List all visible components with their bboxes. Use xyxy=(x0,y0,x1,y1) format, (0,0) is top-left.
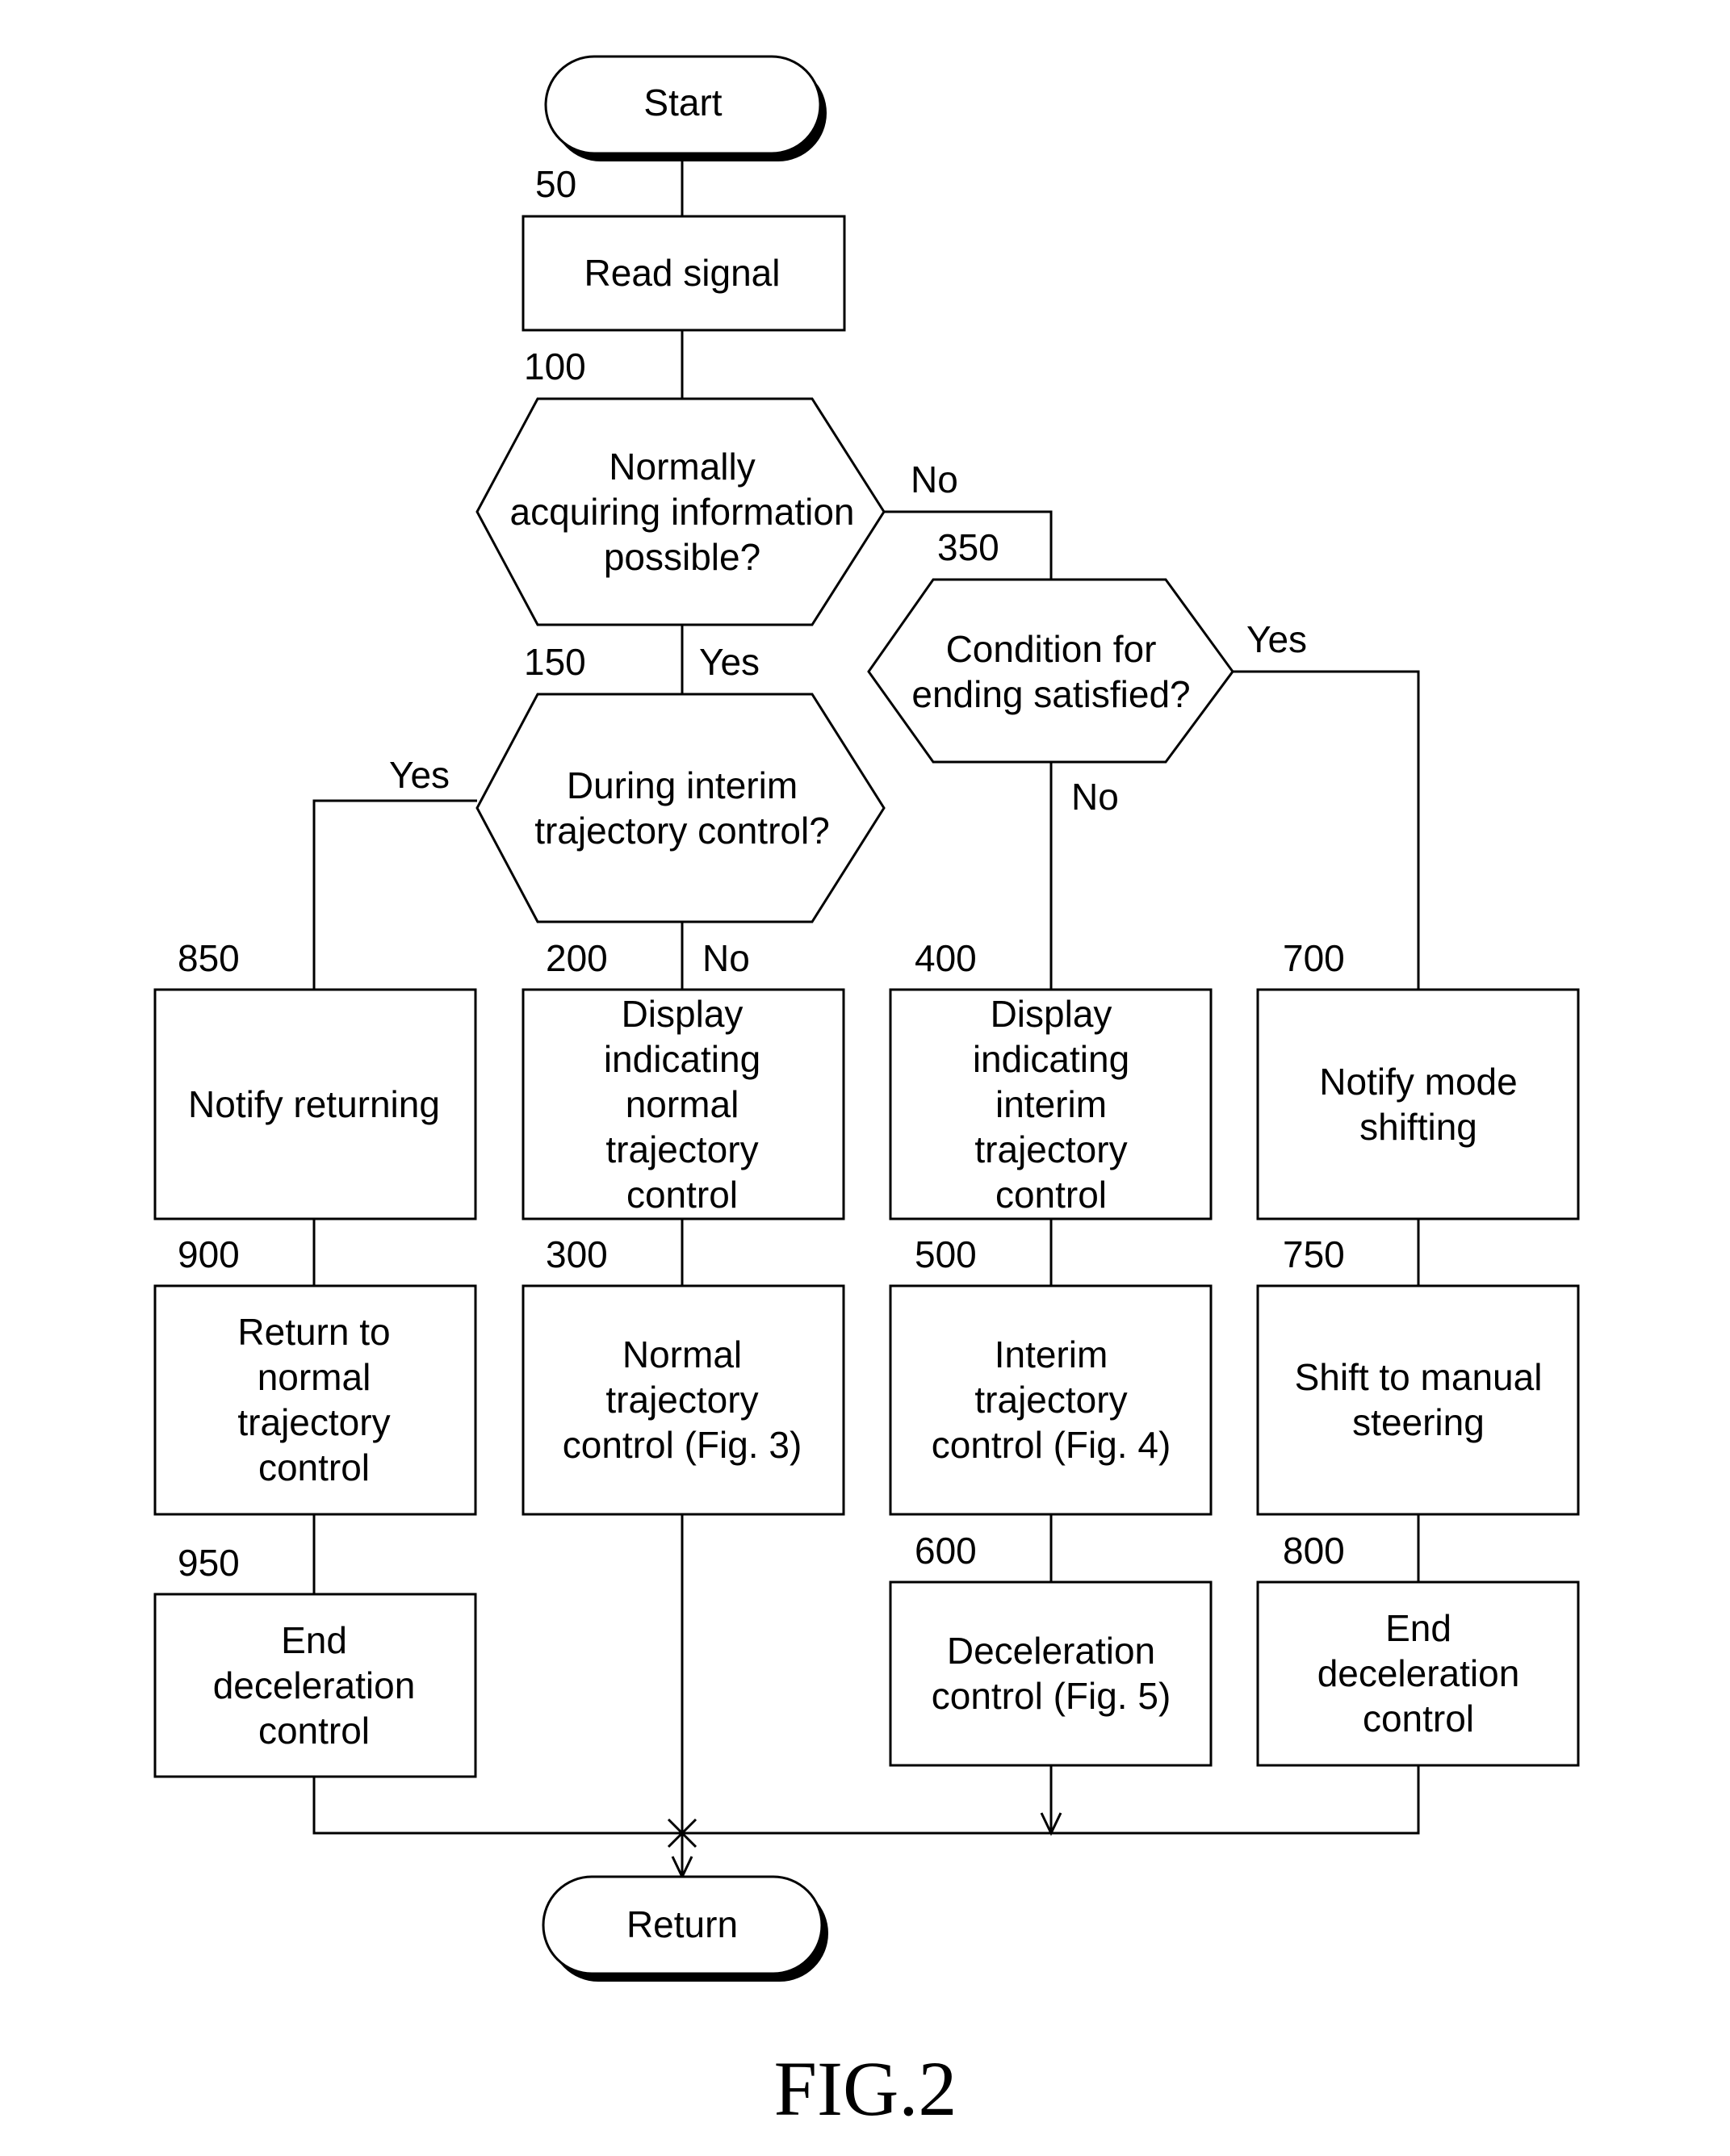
step-num-350: 350 xyxy=(937,526,999,568)
connectors xyxy=(312,153,1420,1880)
return-terminal: Return xyxy=(542,1875,823,1975)
process-box-750 xyxy=(1256,1284,1580,1516)
figure-label: FIG.2 xyxy=(774,2045,957,2132)
step-950-text-line: deceleration xyxy=(213,1664,416,1706)
branch-150-yes: Yes xyxy=(389,754,450,796)
step-400-text-line: control xyxy=(995,1174,1107,1216)
flowchart: Start Return 50 100 150 350 850 200 400 … xyxy=(153,55,1580,2132)
step-400-text-line: Display xyxy=(991,993,1112,1035)
step-350-text-line: ending satisfied? xyxy=(911,673,1190,715)
process-box-700 xyxy=(1256,988,1580,1220)
step-950-text-line: control xyxy=(258,1710,370,1752)
step-50-text-line: Read signal xyxy=(584,252,781,294)
step-500-text-line: control (Fig. 4) xyxy=(932,1424,1171,1466)
step-900-text-line: trajectory xyxy=(237,1401,390,1443)
step-num-850: 850 xyxy=(178,937,240,979)
decision-350 xyxy=(867,578,1234,764)
step-num-400: 400 xyxy=(915,937,977,979)
step-400-text-line: interim xyxy=(995,1083,1107,1125)
step-800-text-line: End xyxy=(1385,1607,1451,1649)
edge-150-850 xyxy=(312,799,477,990)
return-label: Return xyxy=(626,1903,738,1945)
start-terminal: Start xyxy=(544,55,822,155)
branch-150-no: No xyxy=(702,937,750,979)
step-750-text-line: steering xyxy=(1352,1401,1485,1443)
step-num-100: 100 xyxy=(524,345,586,387)
step-750-text-line: Shift to manual xyxy=(1295,1356,1543,1398)
step-num-200: 200 xyxy=(546,937,608,979)
step-num-800: 800 xyxy=(1283,1530,1345,1572)
step-200-text-line: control xyxy=(626,1174,738,1216)
step-num-150: 150 xyxy=(524,641,586,683)
step-num-600: 600 xyxy=(915,1530,977,1572)
step-400-text-line: trajectory xyxy=(974,1128,1127,1170)
start-label: Start xyxy=(643,82,722,123)
step-100-text-line: acquiring information xyxy=(509,491,854,533)
step-800-text-line: control xyxy=(1363,1698,1474,1739)
step-350-text-line: Condition for xyxy=(946,628,1157,670)
step-num-750: 750 xyxy=(1283,1233,1345,1275)
step-num-900: 900 xyxy=(178,1233,240,1275)
branch-100-no: No xyxy=(911,458,958,500)
step-num-500: 500 xyxy=(915,1233,977,1275)
decision-150 xyxy=(475,693,886,923)
process-box-600 xyxy=(889,1580,1213,1767)
step-700-text-line: shifting xyxy=(1359,1106,1477,1148)
step-300-text-line: trajectory xyxy=(605,1379,758,1421)
step-800-text-line: deceleration xyxy=(1317,1652,1520,1694)
step-700-text-line: Notify mode xyxy=(1319,1061,1517,1103)
step-100-text-line: possible? xyxy=(604,536,760,578)
step-num-50: 50 xyxy=(535,163,576,205)
step-600-text-line: control (Fig. 5) xyxy=(932,1675,1171,1717)
step-950-text-line: End xyxy=(281,1619,347,1661)
branch-350-yes: Yes xyxy=(1246,618,1307,660)
step-300-text-line: Normal xyxy=(622,1333,742,1375)
step-num-300: 300 xyxy=(546,1233,608,1275)
step-200-text-line: normal xyxy=(626,1083,739,1125)
step-100-text-line: Normally xyxy=(609,446,755,488)
step-900-text-line: control xyxy=(258,1446,370,1488)
step-200-text-line: trajectory xyxy=(605,1128,758,1170)
merge-line xyxy=(312,1765,1420,1835)
step-400-text-line: indicating xyxy=(973,1038,1129,1080)
step-num-700: 700 xyxy=(1283,937,1345,979)
step-500-text-line: Interim xyxy=(995,1333,1108,1375)
step-200-text-line: indicating xyxy=(604,1038,760,1080)
step-150-text-line: During interim xyxy=(567,764,798,806)
step-900-text-line: Return to xyxy=(237,1311,390,1353)
branch-350-no: No xyxy=(1071,776,1119,818)
step-900-text-line: normal xyxy=(258,1356,371,1398)
branch-100-yes: Yes xyxy=(699,641,760,683)
step-850-text-line: Notify returning xyxy=(188,1083,440,1125)
step-600-text-line: Deceleration xyxy=(947,1630,1155,1672)
step-150-text-line: trajectory control? xyxy=(534,810,830,852)
step-300-text-line: control (Fig. 3) xyxy=(563,1424,802,1466)
step-num-950: 950 xyxy=(178,1542,240,1584)
step-200-text-line: Display xyxy=(622,993,744,1035)
step-500-text-line: trajectory xyxy=(974,1379,1127,1421)
